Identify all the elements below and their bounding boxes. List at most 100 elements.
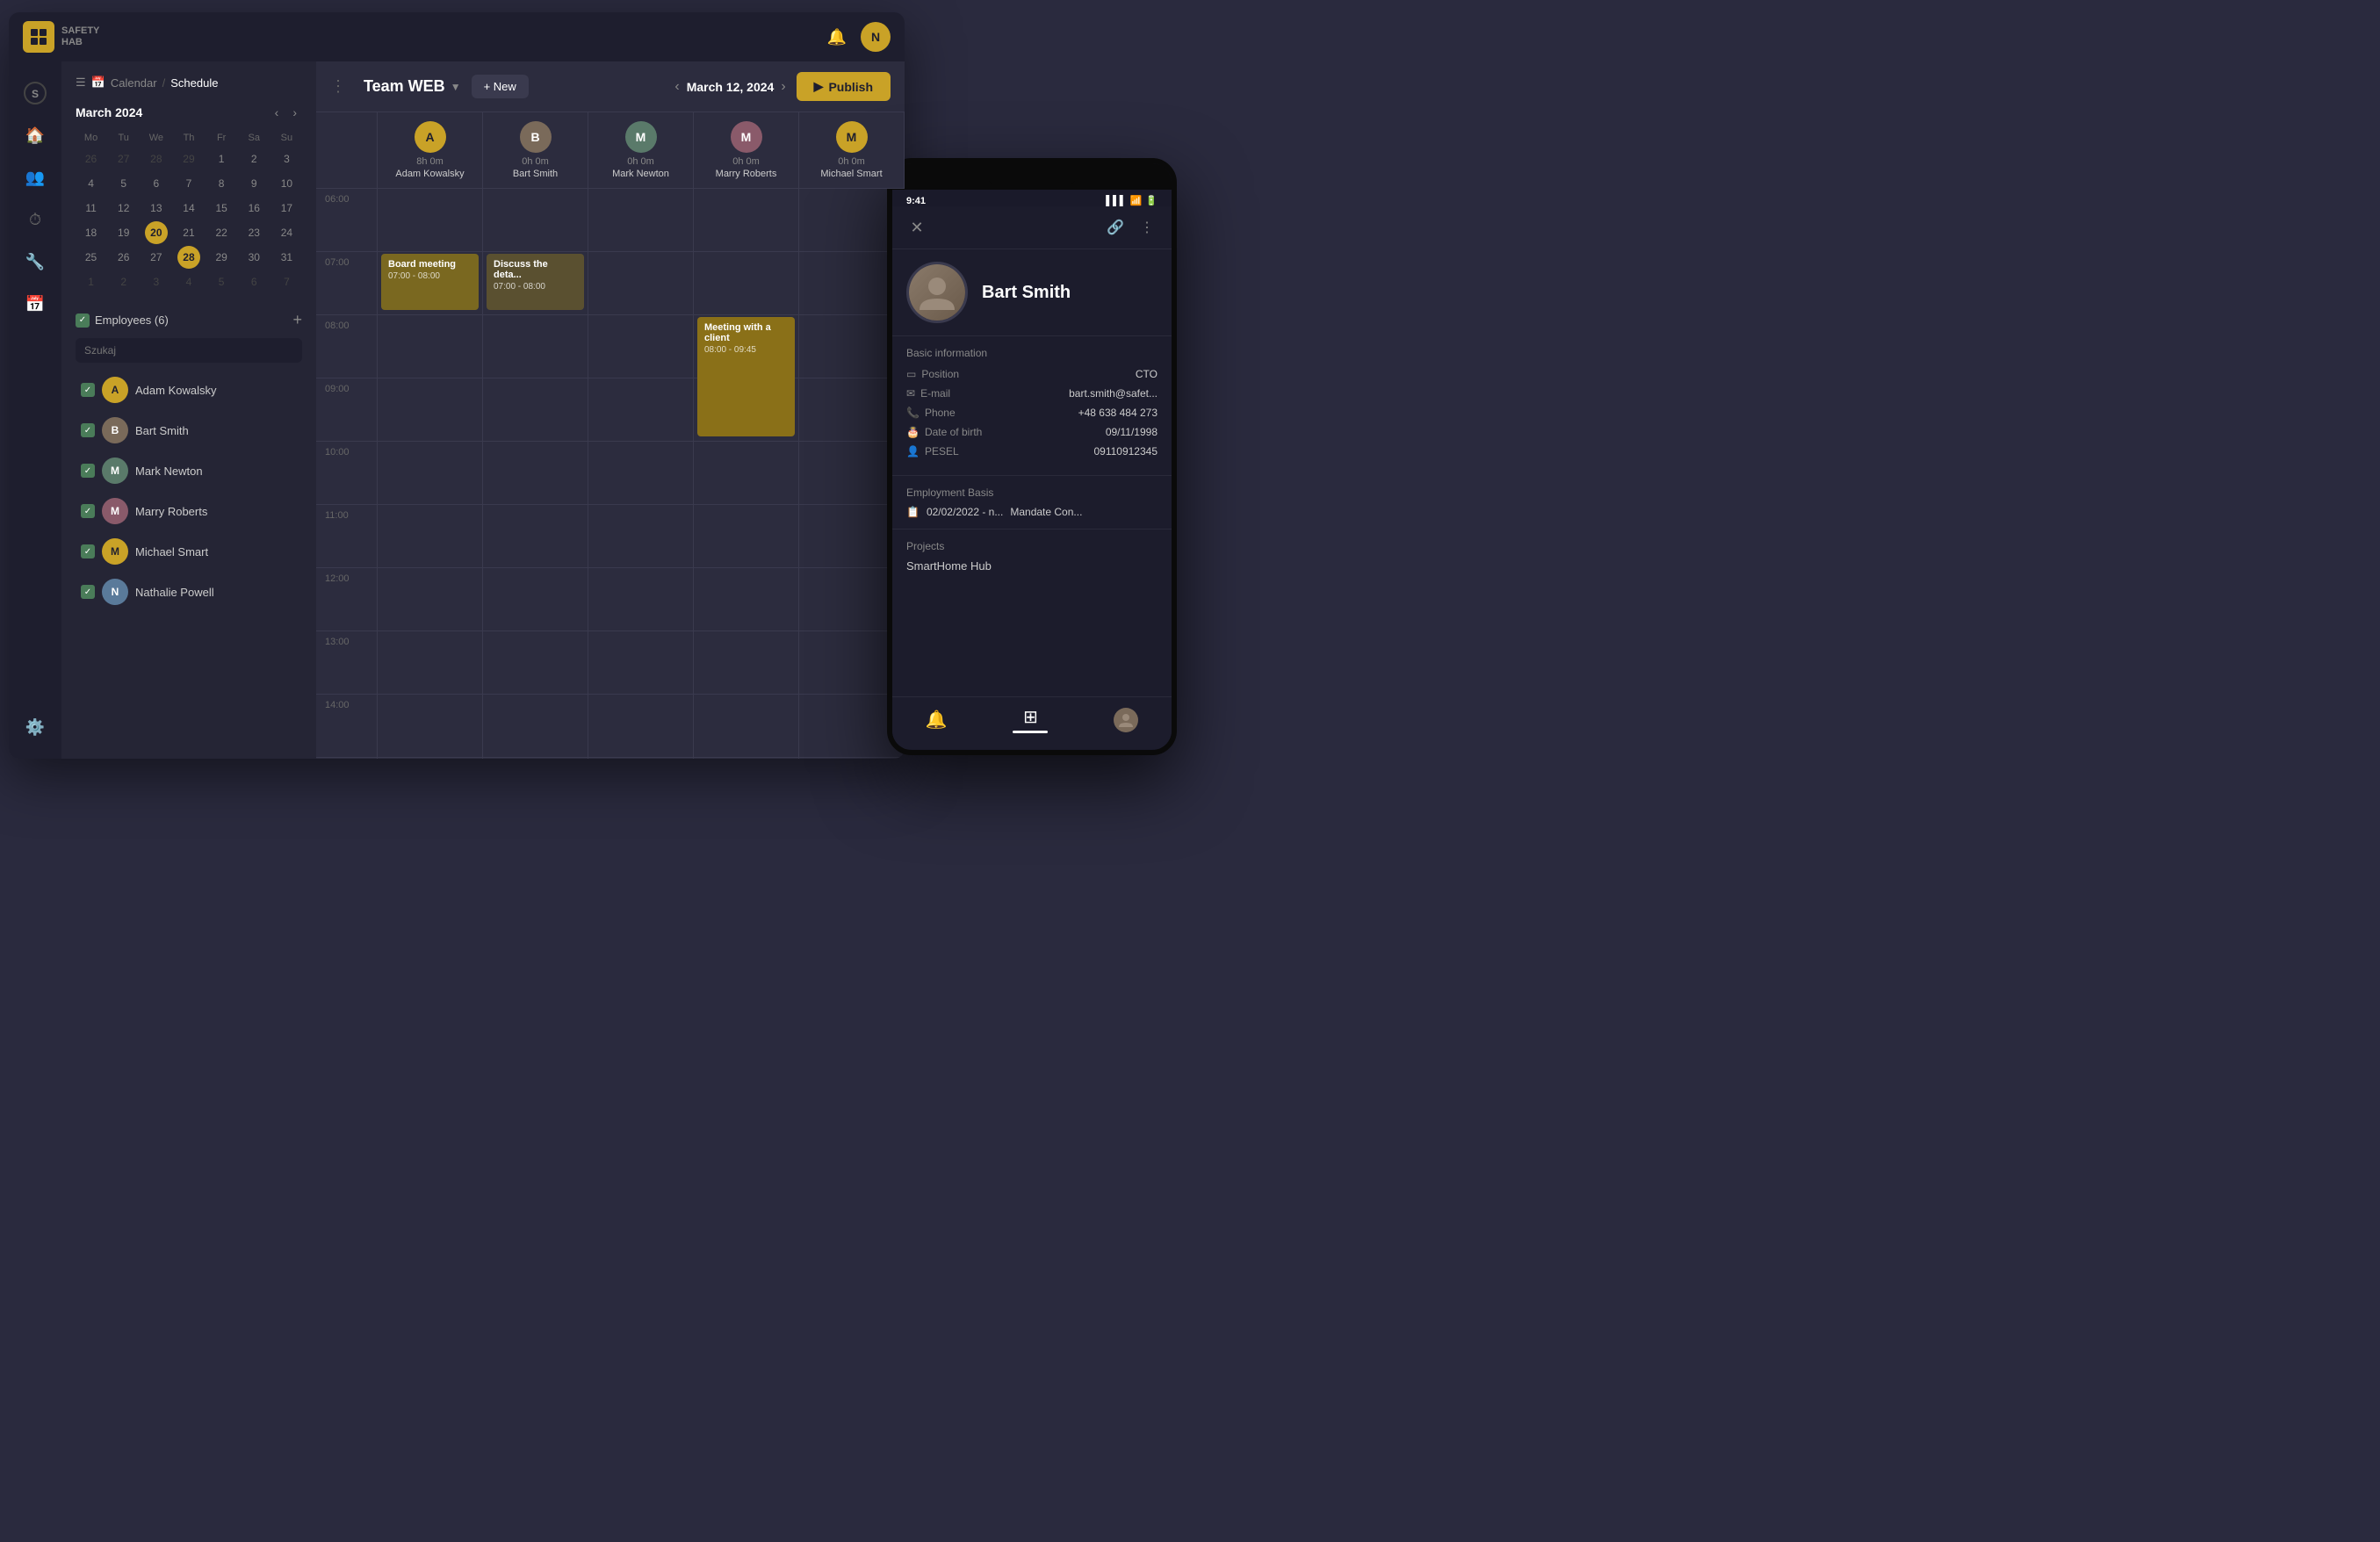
schedule-container[interactable]: A 8h 0m Adam Kowalsky B 0h 0m Bart Smith… bbox=[316, 112, 905, 759]
event-block[interactable]: Board meeting07:00 - 08:00 bbox=[381, 254, 479, 310]
event-block[interactable]: Discuss the deta...07:00 - 08:00 bbox=[487, 254, 584, 310]
mobile-more-button[interactable]: ⋮ bbox=[1135, 215, 1159, 240]
employee-item[interactable]: ✓ N Nathalie Powell bbox=[76, 573, 302, 610]
time-cell-4-3[interactable] bbox=[694, 442, 799, 504]
time-cell-6-2[interactable] bbox=[588, 568, 694, 630]
team-selector[interactable]: Team WEB ▼ bbox=[364, 77, 461, 96]
time-cell-4-2[interactable] bbox=[588, 442, 694, 504]
time-cell-3-0[interactable] bbox=[378, 378, 483, 441]
mini-cal-next[interactable]: › bbox=[287, 104, 302, 121]
sidebar-item-clock[interactable]: ⏱ bbox=[18, 202, 53, 237]
cal-day[interactable]: 2 bbox=[242, 148, 265, 170]
cal-day[interactable]: 14 bbox=[177, 197, 200, 220]
cal-day[interactable]: 29 bbox=[210, 246, 233, 269]
cal-day[interactable]: 19 bbox=[112, 221, 135, 244]
time-cell-4-0[interactable] bbox=[378, 442, 483, 504]
more-options-icon[interactable]: ⋮ bbox=[330, 77, 346, 96]
cal-day[interactable]: 23 bbox=[242, 221, 265, 244]
time-cell-7-3[interactable] bbox=[694, 631, 799, 694]
time-cell-9-1[interactable] bbox=[483, 758, 588, 759]
time-cell-5-3[interactable] bbox=[694, 505, 799, 567]
cal-day[interactable]: 20 bbox=[145, 221, 168, 244]
mobile-close-button[interactable]: ✕ bbox=[905, 215, 929, 240]
person-header-adam[interactable]: A 8h 0m Adam Kowalsky bbox=[378, 112, 483, 188]
time-cell-6-1[interactable] bbox=[483, 568, 588, 630]
cal-day[interactable]: 26 bbox=[80, 148, 103, 170]
time-cell-0-2[interactable] bbox=[588, 189, 694, 251]
employee-item[interactable]: ✓ M Marry Roberts bbox=[76, 493, 302, 530]
sidebar-item-tools[interactable]: 🔧 bbox=[18, 244, 53, 279]
cal-day[interactable]: 1 bbox=[80, 270, 103, 293]
time-cell-6-0[interactable] bbox=[378, 568, 483, 630]
time-cell-5-2[interactable] bbox=[588, 505, 694, 567]
time-cell-1-1[interactable]: Discuss the deta...07:00 - 08:00 bbox=[483, 252, 588, 314]
person-header-bart[interactable]: B 0h 0m Bart Smith bbox=[483, 112, 588, 188]
time-cell-7-1[interactable] bbox=[483, 631, 588, 694]
mobile-nav-bell[interactable]: 🔔 bbox=[926, 709, 948, 731]
date-prev-button[interactable]: ‹ bbox=[674, 79, 679, 95]
time-cell-7-0[interactable] bbox=[378, 631, 483, 694]
cal-day[interactable]: 4 bbox=[177, 270, 200, 293]
time-cell-2-3[interactable]: Meeting with a client08:00 - 09:45 bbox=[694, 315, 799, 378]
mobile-nav-profile[interactable] bbox=[1114, 708, 1138, 732]
cal-day[interactable]: 2 bbox=[112, 270, 135, 293]
time-cell-9-2[interactable] bbox=[588, 758, 694, 759]
cal-day[interactable]: 24 bbox=[275, 221, 298, 244]
time-cell-3-1[interactable] bbox=[483, 378, 588, 441]
employee-search-input[interactable] bbox=[76, 338, 302, 363]
cal-day[interactable]: 7 bbox=[177, 172, 200, 195]
time-cell-2-2[interactable] bbox=[588, 315, 694, 378]
user-avatar[interactable]: N bbox=[861, 22, 891, 52]
time-cell-0-0[interactable] bbox=[378, 189, 483, 251]
cal-day[interactable]: 3 bbox=[275, 148, 298, 170]
time-cell-5-0[interactable] bbox=[378, 505, 483, 567]
time-cell-1-2[interactable] bbox=[588, 252, 694, 314]
sidebar-item-settings[interactable]: ⚙️ bbox=[18, 710, 53, 745]
cal-day[interactable]: 11 bbox=[80, 197, 103, 220]
mini-cal-prev[interactable]: ‹ bbox=[270, 104, 285, 121]
cal-day[interactable]: 25 bbox=[80, 246, 103, 269]
employee-item[interactable]: ✓ A Adam Kowalsky bbox=[76, 371, 302, 408]
add-employee-button[interactable]: + bbox=[292, 311, 302, 329]
cal-day[interactable]: 15 bbox=[210, 197, 233, 220]
time-cell-2-0[interactable] bbox=[378, 315, 483, 378]
cal-day[interactable]: 6 bbox=[145, 172, 168, 195]
sidebar-item-logo[interactable]: S bbox=[18, 76, 53, 111]
publish-button[interactable]: ▶ Publish bbox=[797, 72, 891, 101]
time-cell-8-2[interactable] bbox=[588, 695, 694, 757]
breadcrumb-parent[interactable]: Calendar bbox=[111, 76, 157, 90]
cal-day[interactable]: 7 bbox=[275, 270, 298, 293]
sidebar-item-calendar[interactable]: 📅 bbox=[18, 286, 53, 321]
time-cell-8-0[interactable] bbox=[378, 695, 483, 757]
cal-day[interactable]: 31 bbox=[275, 246, 298, 269]
cal-day[interactable]: 6 bbox=[242, 270, 265, 293]
time-cell-5-1[interactable] bbox=[483, 505, 588, 567]
time-cell-6-3[interactable] bbox=[694, 568, 799, 630]
time-cell-2-1[interactable] bbox=[483, 315, 588, 378]
cal-day[interactable]: 13 bbox=[145, 197, 168, 220]
cal-day[interactable]: 21 bbox=[177, 221, 200, 244]
cal-day[interactable]: 27 bbox=[112, 148, 135, 170]
time-cell-0-1[interactable] bbox=[483, 189, 588, 251]
time-cell-3-3[interactable] bbox=[694, 378, 799, 441]
cal-day[interactable]: 4 bbox=[80, 172, 103, 195]
cal-day[interactable]: 18 bbox=[80, 221, 103, 244]
cal-day[interactable]: 26 bbox=[112, 246, 135, 269]
employee-item[interactable]: ✓ B Bart Smith bbox=[76, 412, 302, 449]
sidebar-item-people[interactable]: 👥 bbox=[18, 160, 53, 195]
time-cell-1-0[interactable]: Board meeting07:00 - 08:00 bbox=[378, 252, 483, 314]
cal-day[interactable]: 8 bbox=[210, 172, 233, 195]
new-event-button[interactable]: + New bbox=[472, 75, 529, 98]
person-header-michael[interactable]: M 0h 0m Michael Smart bbox=[799, 112, 905, 188]
cal-day[interactable]: 28 bbox=[145, 148, 168, 170]
cal-day[interactable]: 5 bbox=[210, 270, 233, 293]
employee-item[interactable]: ✓ M Mark Newton bbox=[76, 452, 302, 489]
cal-day[interactable]: 3 bbox=[145, 270, 168, 293]
time-cell-4-1[interactable] bbox=[483, 442, 588, 504]
cal-day[interactable]: 5 bbox=[112, 172, 135, 195]
cal-day[interactable]: 22 bbox=[210, 221, 233, 244]
cal-day[interactable]: 9 bbox=[242, 172, 265, 195]
time-cell-8-1[interactable] bbox=[483, 695, 588, 757]
mobile-link-button[interactable]: 🔗 bbox=[1103, 215, 1128, 240]
person-header-mark[interactable]: M 0h 0m Mark Newton bbox=[588, 112, 694, 188]
